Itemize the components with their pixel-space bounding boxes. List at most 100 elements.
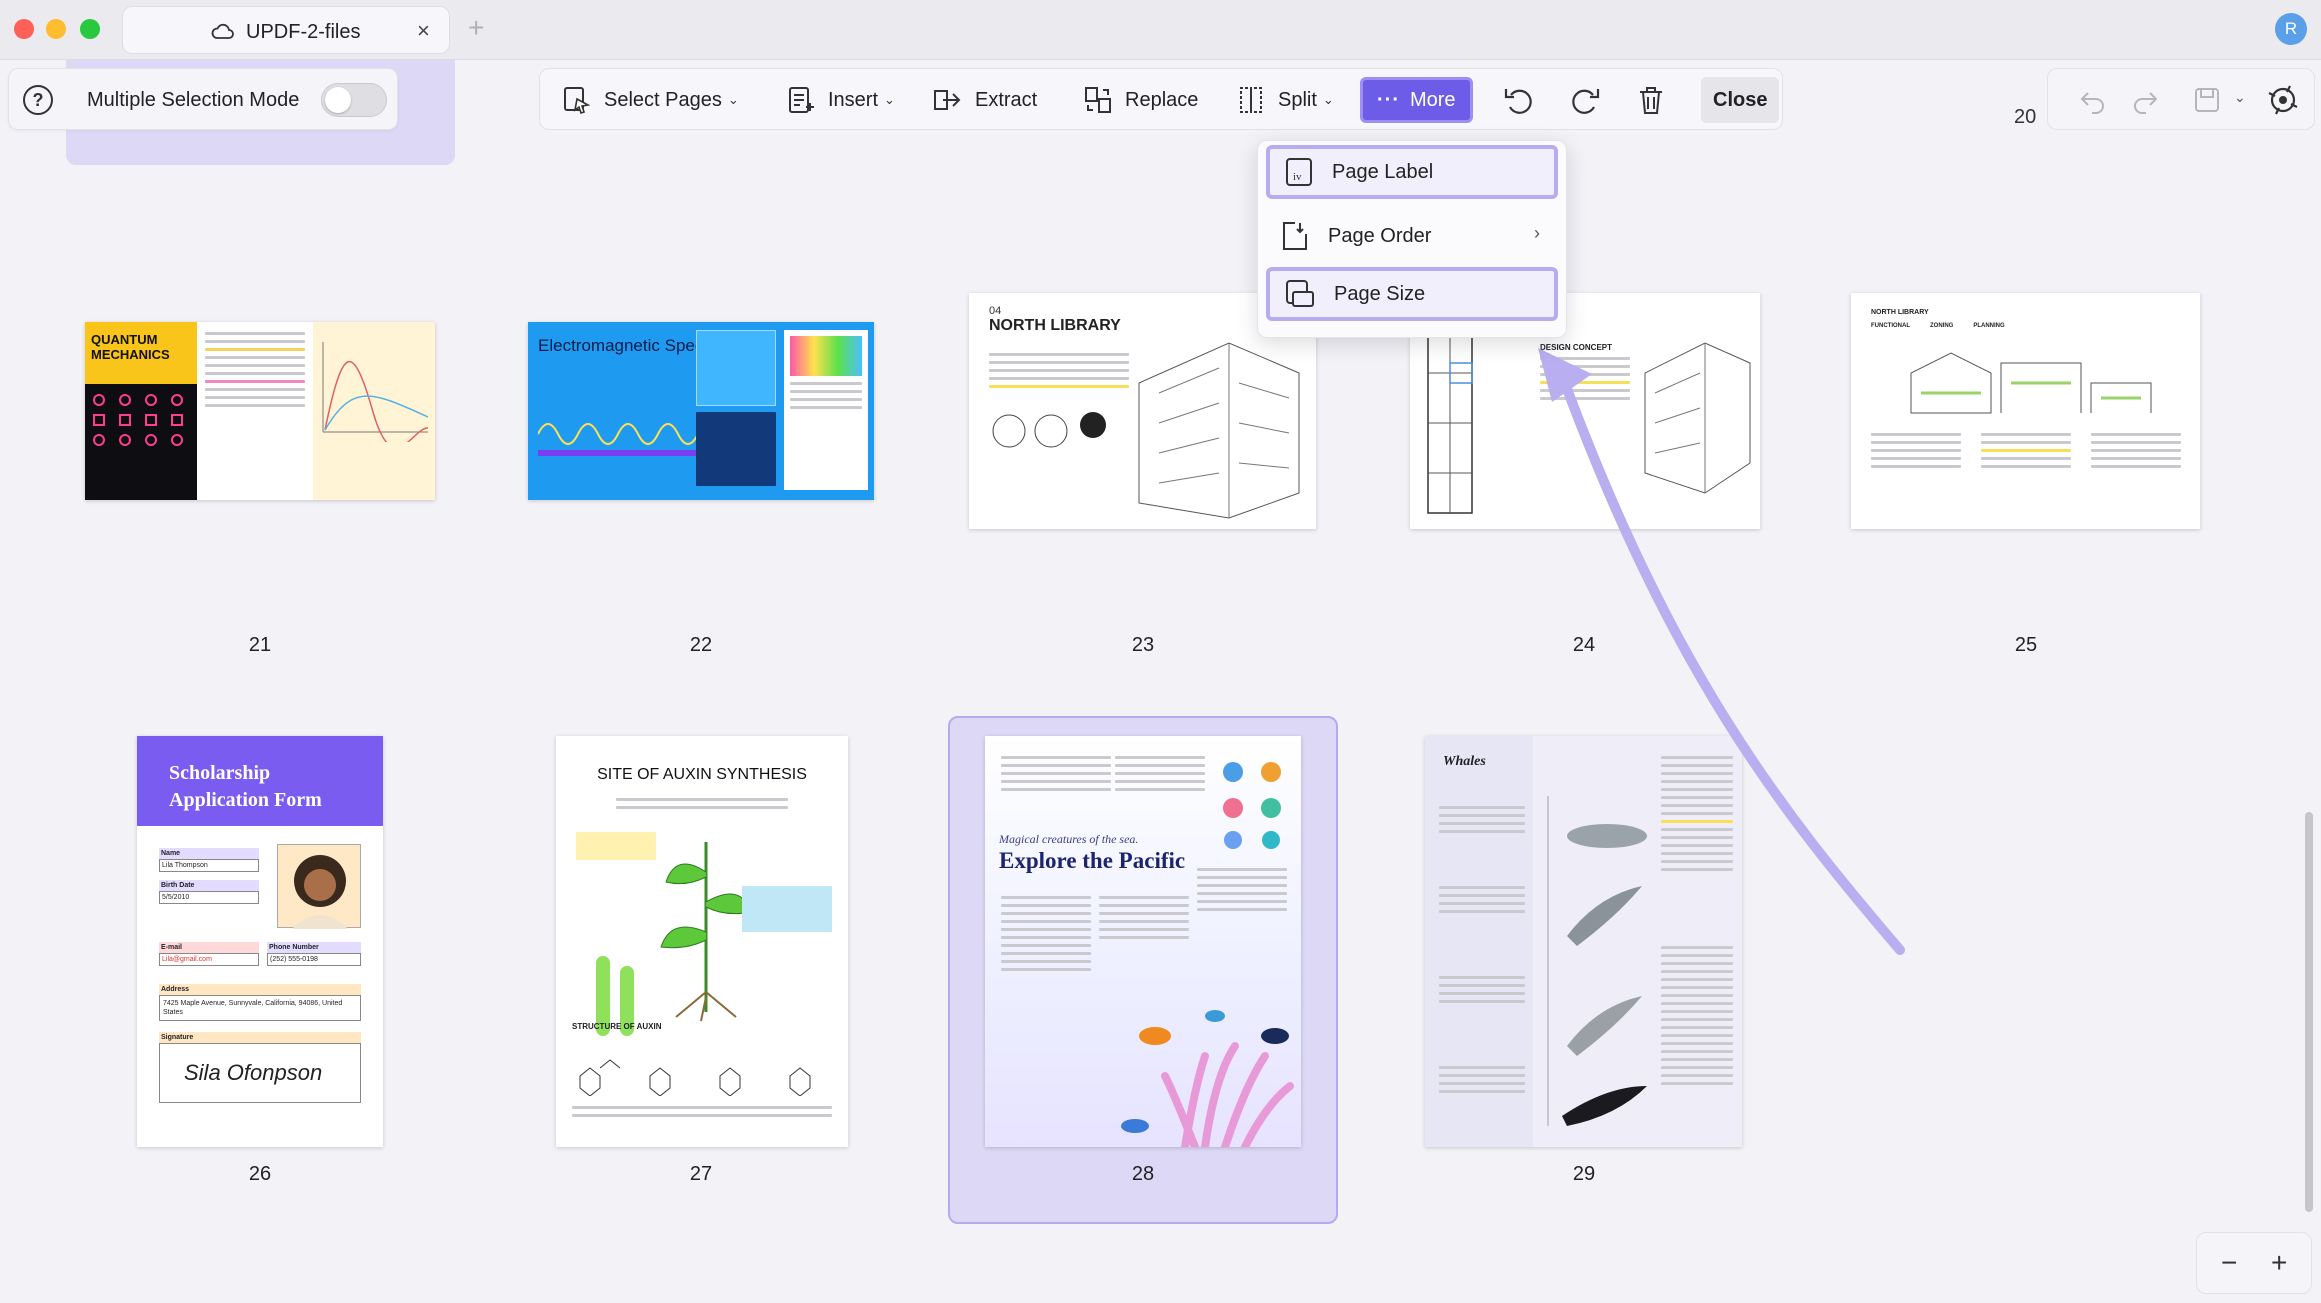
extract-button[interactable]: Extract [931, 77, 1037, 123]
svg-text:iv: iv [1293, 171, 1302, 183]
chevron-down-icon: ⌄ [884, 92, 895, 107]
address-value: 7425 Maple Avenue, Sunnyvale, California… [159, 995, 361, 1021]
page-number-28: 28 [1131, 1163, 1155, 1185]
heading-functional: FUNCTIONAL [1871, 323, 1910, 329]
applicant-photo [277, 844, 361, 929]
phone-field: Phone Number (252) 555-0198 [267, 942, 361, 966]
tab-close-button[interactable]: × [417, 18, 430, 44]
select-pages-label: Select Pages [604, 88, 722, 111]
email-label: E-mail [159, 942, 259, 953]
symbol-grid [85, 384, 197, 456]
more-dots-icon: ··· [1377, 88, 1400, 111]
chevron-down-icon[interactable]: ⌄ [2234, 89, 2246, 106]
page-label-icon: iv [1286, 158, 1312, 186]
address-field: Address 7425 Maple Avenue, Sunnyvale, Ca… [159, 984, 361, 1021]
page-number-26: 26 [248, 1163, 272, 1185]
note-box [576, 832, 656, 860]
page-25-title: NORTH LIBRARY [1871, 309, 1929, 316]
zoom-in-button[interactable]: + [2271, 1247, 2287, 1279]
menu-item-page-size[interactable]: Page Size [1266, 267, 1558, 321]
insert-icon [789, 87, 814, 113]
vertical-scrollbar[interactable] [2305, 812, 2313, 1212]
more-label: More [1409, 88, 1456, 111]
form-fields: Name Lila Thompson Birth Date 5/5/2010 [159, 848, 259, 904]
annotation-arrow [1538, 348, 1905, 955]
minimize-window-button[interactable] [46, 19, 66, 39]
save-icon[interactable] [2192, 85, 2222, 115]
more-button[interactable]: ··· More [1360, 77, 1473, 123]
name-value: Lila Thompson [159, 859, 259, 872]
chevron-right-icon: › [1534, 223, 1540, 243]
page-21-title: QUANTUM MECHANICS [85, 322, 197, 384]
extract-label: Extract [975, 88, 1038, 111]
page-label-text: Page Label [1332, 160, 1434, 183]
ai-assistant-icon[interactable] [2264, 81, 2302, 119]
maximize-window-button[interactable] [80, 19, 100, 39]
page-29-title: Whales [1443, 754, 1486, 769]
insert-button[interactable]: Insert ⌄ [786, 77, 895, 123]
text-block [989, 353, 1129, 393]
split-icon [1240, 87, 1262, 113]
extract-icon [934, 90, 961, 110]
signature-label: Signature [159, 1032, 361, 1043]
close-button[interactable]: Close [1701, 77, 1780, 123]
zoom-out-button[interactable]: − [2221, 1247, 2237, 1279]
insert-label: Insert [828, 88, 879, 111]
title-bar: UPDF-2-files × + R [0, 0, 2321, 60]
page-thumbnail-22[interactable]: Electromagnetic Spectrum [528, 322, 874, 500]
select-pages-icon [564, 87, 591, 115]
cloud-icon [211, 23, 234, 39]
menu-item-page-label[interactable]: iv Page Label [1266, 145, 1558, 199]
page-number-25: 25 [2014, 634, 2038, 656]
birth-value: 5/5/2010 [159, 891, 259, 904]
trash-icon[interactable] [1634, 83, 1668, 117]
rotate-right-icon[interactable] [1568, 83, 1602, 117]
page-23-title: NORTH LIBRARY [989, 317, 1121, 334]
multiple-selection-toggle[interactable] [321, 83, 387, 117]
selection-mode-panel: ? Multiple Selection Mode [8, 68, 398, 130]
page-27-title: SITE OF AUXIN SYNTHESIS [597, 766, 807, 783]
help-icon[interactable]: ? [23, 85, 53, 115]
toggle-knob [325, 87, 351, 113]
zoom-control: − + [2196, 1232, 2312, 1294]
split-button[interactable]: Split ⌄ [1236, 77, 1334, 123]
birth-label: Birth Date [159, 880, 259, 891]
page-thumbnail-26[interactable]: Scholarship Application Form Name Lila T… [137, 736, 383, 1147]
page-thumbnail-21[interactable]: QUANTUM MECHANICS [85, 322, 435, 500]
page-size-icon [1286, 280, 1314, 307]
page-28-title: Explore the Pacific [999, 848, 1186, 873]
page-number-22: 22 [689, 634, 713, 656]
page-toolbar: Select Pages ⌄ Insert ⌄ Extract Replace … [539, 68, 1783, 130]
chevron-down-icon: ⌄ [1322, 92, 1334, 107]
page-25-headings: FUNCTIONAL ZONING PLANNING [1871, 323, 2005, 329]
redo-icon[interactable] [2130, 85, 2160, 115]
page-thumbnail-27[interactable]: SITE OF AUXIN SYNTHESIS STRUCTURE OF AUX… [556, 736, 848, 1147]
replace-icon [1085, 87, 1111, 113]
select-pages-button[interactable]: Select Pages ⌄ [562, 77, 739, 123]
email-value: Lila@gmail.com [159, 953, 259, 966]
document-tab[interactable]: UPDF-2-files × [122, 6, 450, 54]
info-box [696, 330, 776, 406]
rotate-left-icon[interactable] [1502, 83, 1536, 117]
user-avatar[interactable]: R [2275, 13, 2307, 45]
page-order-text: Page Order [1328, 224, 1432, 247]
new-tab-button[interactable]: + [468, 12, 484, 44]
page-number-21: 21 [248, 634, 272, 656]
name-label: Name [159, 848, 259, 859]
page-size-text: Page Size [1334, 282, 1426, 305]
undo-icon[interactable] [2078, 85, 2108, 115]
close-window-button[interactable] [14, 19, 34, 39]
graph-panel [313, 322, 435, 500]
more-dropdown-menu: iv Page Label Page Order › Page Size [1257, 140, 1567, 338]
multiple-selection-label: Multiple Selection Mode [87, 89, 300, 111]
page-number-27: 27 [689, 1163, 713, 1185]
replace-button[interactable]: Replace [1083, 77, 1198, 123]
page-23-subtitle: 04 [989, 305, 1002, 317]
signature-field: Signature Sila Ofonpson [159, 1032, 361, 1103]
page-27-subheading: STRUCTURE OF AUXIN [572, 1022, 662, 1031]
spectrum-chart [784, 330, 868, 490]
page-thumbnail-28[interactable]: Magical creatures of the sea. Explore th… [985, 736, 1301, 1147]
split-label: Split [1278, 88, 1317, 111]
menu-item-page-order[interactable]: Page Order › [1266, 209, 1558, 263]
replace-label: Replace [1125, 88, 1199, 111]
